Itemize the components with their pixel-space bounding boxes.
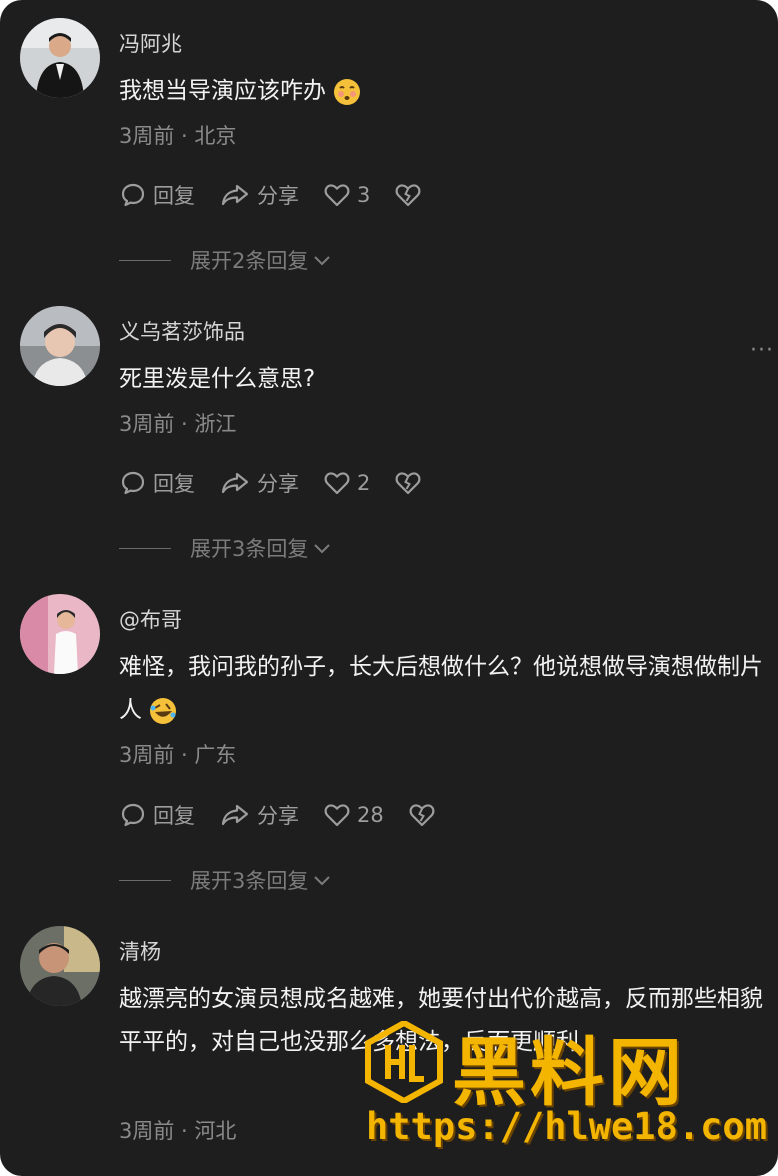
reply-button[interactable]: 回复: [119, 800, 195, 830]
comment-item: 义乌茗莎饰品 ··· 死里泼是什么意思? 3周前 · 浙江 回复 分享 2 展开…: [0, 306, 778, 568]
divider-line: [119, 879, 171, 881]
reply-label: 回复: [153, 472, 195, 496]
share-label: 分享: [257, 804, 299, 828]
like-button[interactable]: 28: [323, 801, 384, 829]
heart-icon: [324, 472, 350, 495]
avatar[interactable]: [20, 926, 100, 1006]
chevron-down-icon: [314, 256, 331, 266]
comment-username[interactable]: 义乌茗莎饰品: [119, 316, 245, 346]
like-button[interactable]: 3: [323, 181, 370, 209]
rolling-laughing-emoji: [150, 697, 176, 724]
divider-line: [119, 547, 171, 549]
comment-text: 难怪，我问我的孙子，长大后想做什么？他说想做导演想做制片人: [119, 646, 769, 732]
reply-button[interactable]: 回复: [119, 180, 195, 210]
dislike-button[interactable]: [394, 181, 428, 209]
face-exhaling-emoji: [334, 78, 360, 105]
reply-icon: [121, 803, 145, 827]
like-button[interactable]: 2: [323, 469, 370, 497]
share-button[interactable]: 分享: [219, 800, 299, 830]
like-count: 28: [357, 803, 384, 827]
broken-heart-icon: [395, 472, 421, 495]
comment-actions: 回复 分享 2: [119, 466, 452, 500]
expand-replies-button[interactable]: 展开3条回复: [119, 533, 332, 563]
avatar[interactable]: [20, 306, 100, 386]
comment-item: @布哥 难怪，我问我的孙子，长大后想做什么？他说想做导演想做制片人 3周前 · …: [0, 594, 778, 899]
comment-actions: 回复 分享 28: [119, 798, 466, 832]
heart-icon: [324, 184, 350, 207]
share-icon: [221, 184, 249, 206]
dislike-button[interactable]: [408, 801, 442, 829]
reply-icon: [121, 471, 145, 495]
heart-icon: [324, 804, 350, 827]
reply-button[interactable]: 回复: [119, 468, 195, 498]
watermark-title: 黑料网: [452, 1030, 686, 1116]
comment-meta: 3周前 · 浙江: [119, 412, 237, 436]
reply-icon: [121, 183, 145, 207]
comment-item: 冯阿兆 我想当导演应该咋办 3周前 · 北京 回复 分享 3 展开2条回复: [0, 18, 778, 280]
share-button[interactable]: 分享: [219, 180, 299, 210]
like-count: 3: [357, 183, 371, 207]
chevron-down-icon: [314, 544, 331, 554]
comment-meta: 3周前 · 河北: [119, 1119, 237, 1143]
watermark: 黑料网 https://hlwe18.com: [360, 1015, 770, 1165]
share-icon: [221, 804, 249, 826]
reply-label: 回复: [153, 804, 195, 828]
share-button[interactable]: 分享: [219, 468, 299, 498]
reply-label: 回复: [153, 184, 195, 208]
broken-heart-icon: [409, 804, 435, 827]
avatar[interactable]: [20, 18, 100, 98]
comment-text-content: 我想当导演应该咋办: [119, 78, 326, 104]
share-icon: [221, 472, 249, 494]
expand-label: 展开2条回复: [190, 249, 309, 273]
avatar[interactable]: [20, 594, 100, 674]
comment-username[interactable]: 清杨: [119, 936, 161, 966]
comment-meta: 3周前 · 北京: [119, 124, 237, 148]
comment-text: 我想当导演应该咋办: [119, 70, 769, 113]
dislike-button[interactable]: [394, 469, 428, 497]
like-count: 2: [357, 471, 371, 495]
comment-username[interactable]: 冯阿兆: [119, 28, 182, 58]
comment-panel: 冯阿兆 我想当导演应该咋办 3周前 · 北京 回复 分享 3 展开2条回复 义乌…: [0, 0, 778, 1176]
watermark-url: https://hlwe18.com: [366, 1105, 767, 1148]
watermark-logo-icon: [365, 1021, 443, 1103]
divider-line: [119, 259, 171, 261]
chevron-down-icon: [314, 876, 331, 886]
broken-heart-icon: [395, 184, 421, 207]
expand-replies-button[interactable]: 展开3条回复: [119, 865, 332, 895]
comment-text-content: 难怪，我问我的孙子，长大后想做什么？他说想做导演想做制片人: [119, 654, 763, 723]
expand-label: 展开3条回复: [190, 537, 309, 561]
comment-text: 死里泼是什么意思?: [119, 366, 316, 392]
expand-replies-button[interactable]: 展开2条回复: [119, 245, 332, 275]
comment-meta: 3周前 · 广东: [119, 743, 237, 767]
comment-username[interactable]: @布哥: [119, 604, 182, 634]
comment-actions: 回复 分享 3: [119, 178, 452, 212]
share-label: 分享: [257, 184, 299, 208]
share-label: 分享: [257, 472, 299, 496]
expand-label: 展开3条回复: [190, 869, 309, 893]
